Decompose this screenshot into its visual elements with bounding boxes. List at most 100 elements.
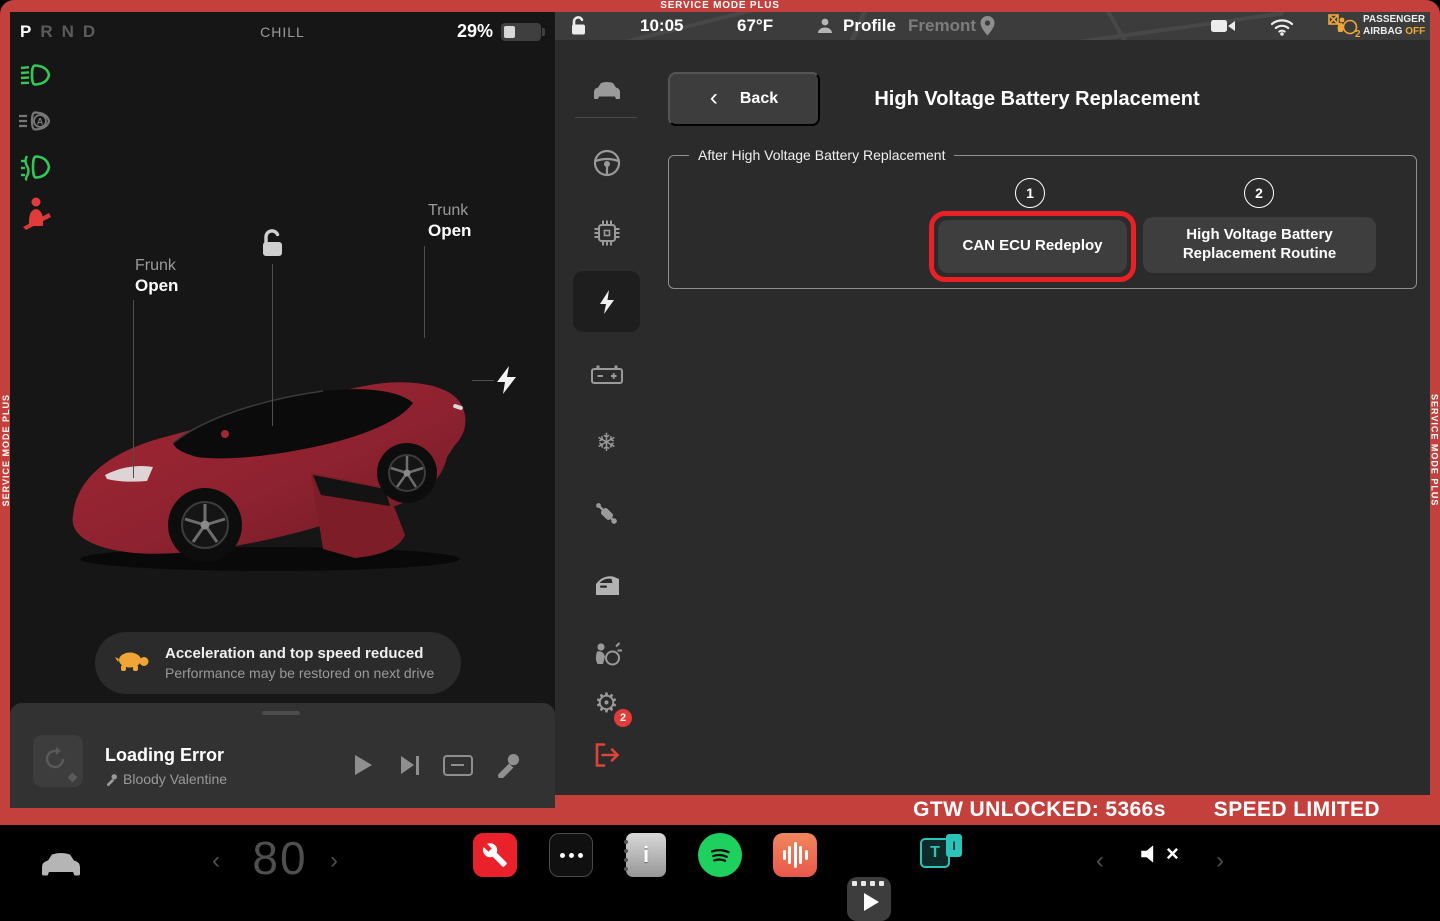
instrument-cluster-panel: PRND CHILL 29% A [10,12,555,808]
sidebar-item-high-voltage-selected[interactable] [573,271,640,332]
alerts-badge: 2 [614,709,632,727]
low-beam-icon [18,62,52,92]
temp-increase-chevron[interactable]: › [330,847,338,875]
unlocked-icon[interactable] [258,228,288,265]
media-title: Loading Error [105,745,224,766]
service-app-active[interactable] [473,833,517,877]
main-display-region: 10:05 67°F Profile Fremont [555,12,1430,795]
vehicle-visualization [55,325,485,580]
auto-high-beam-icon: A [16,108,50,138]
trunk-leader-line [424,246,425,338]
keyboard-button[interactable] [443,752,473,778]
lock-leader-line [272,264,273,426]
map-road [986,12,1284,40]
volume-up-chevron[interactable]: › [1216,847,1224,875]
chevron-left-icon: ‹ [710,86,718,110]
film-strip-icon [852,881,857,886]
media-artist: Bloody Valentine [105,771,227,787]
sidebar-item-hvac[interactable]: ❄ [573,423,640,463]
performance-notification[interactable]: Acceleration and top speed reduced Perfo… [95,632,461,694]
frunk-status-label[interactable]: FrunkOpen [135,256,178,296]
sidebar-item-alerts[interactable]: ⚙ 2 [573,683,640,723]
snowflake-icon: ❄ [596,431,617,456]
play-button[interactable] [348,752,378,778]
service-mode-frame: SERVICE MODE PLUS SERVICE MODE PLUS SERV… [0,0,1440,825]
tezlab-app[interactable]: T I [920,834,966,868]
notification-subtitle: Performance may be restored on next driv… [165,665,434,681]
sidebar-item-exit-service[interactable] [573,735,640,775]
step-2-number: 2 [1244,178,1274,208]
charge-port-line [472,380,494,381]
spotify-app[interactable] [698,833,742,877]
car-icon [38,848,84,878]
map-city-label: Fremont [908,12,976,40]
outside-temperature: 67°F [737,12,773,40]
volume-muted-button[interactable]: × [1138,841,1179,867]
media-player[interactable]: Loading Error Bloody Valentine [10,703,555,808]
can-ecu-redeploy-button[interactable]: CAN ECU Redeploy [938,220,1127,273]
mute-x-icon: × [1166,843,1179,865]
volume-down-chevron[interactable]: ‹ [1096,847,1104,875]
sidebar-item-ecu[interactable] [573,213,640,253]
clock: 10:05 [640,12,683,40]
profile-menu[interactable]: Profile [843,12,896,40]
wrench-icon [482,842,508,868]
album-badge [68,773,78,783]
trunk-status-label[interactable]: TrunkOpen [428,201,471,241]
spotify-icon [705,840,735,870]
sidebar-item-steering[interactable] [573,143,640,183]
exit-icon [592,741,622,769]
fog-light-icon [18,152,52,182]
back-button[interactable]: ‹ Back [668,72,820,126]
temp-decrease-chevron[interactable]: ‹ [212,847,220,875]
karaoke-mic-button[interactable] [493,752,523,778]
sidebar-item-airbag[interactable] [573,634,640,674]
skip-next-button[interactable] [395,752,425,778]
sidebar-item-lv-battery[interactable] [573,354,640,394]
tezlab-i-icon: I [946,834,962,857]
gtw-unlocked-label: GTW UNLOCKED: 5366s [913,798,1166,822]
ellipsis-icon [560,853,565,858]
wifi-icon[interactable] [1269,12,1295,40]
album-art-placeholder[interactable] [33,735,83,787]
group-legend: After High Voltage Battery Replacement [689,147,954,163]
play-icon [864,893,879,911]
svg-text:2: 2 [1355,29,1360,38]
hv-battery-replacement-routine-button[interactable]: High Voltage Battery Replacement Routine [1143,217,1376,273]
after-replacement-group: After High Voltage Battery Replacement 1… [668,155,1417,289]
sidebar-item-suspension[interactable] [573,494,640,534]
audio-streaming-app[interactable] [773,833,817,877]
lock-status-icon[interactable] [568,12,590,40]
speaker-muted-icon [1138,841,1164,867]
dashcam-icon[interactable] [1210,12,1236,40]
status-bar: 10:05 67°F Profile Fremont [555,12,1430,40]
waveform-icon [783,850,786,860]
battery-percent: 29% [457,21,493,42]
all-apps-button[interactable] [549,833,593,877]
sidebar-divider [575,117,637,118]
highlight-ring: CAN ECU Redeploy [929,211,1136,282]
charge-port-bolt-icon[interactable] [497,366,517,399]
lightning-icon [592,287,622,317]
page-title: High Voltage Battery Replacement [874,88,1199,111]
service-status-bar: GTW UNLOCKED: 5366s SPEED LIMITED [555,795,1430,825]
sidebar-item-vehicle[interactable] [573,70,640,110]
contacts-icon: i [643,842,649,868]
speed-limit-value[interactable]: 80 [240,831,320,885]
rear-wheel [377,443,437,503]
frunk-leader-line [133,300,134,478]
svg-text:A: A [37,117,44,127]
map-pin-icon [980,12,995,40]
passenger-airbag-icon: 2 [1328,12,1360,40]
passenger-airbag-text: PASSENGER AIRBAG OFF [1363,12,1425,40]
speed-limited-label: SPEED LIMITED [1214,798,1380,822]
app-launcher-bar: ‹ 80 › i T I ‹ × › [0,825,1440,900]
service-mode-right-strip: SERVICE MODE PLUS [1429,355,1440,545]
contacts-app[interactable]: i [626,833,666,877]
vehicle-controls-button[interactable] [38,848,84,883]
car-front-icon [591,78,623,102]
theater-app[interactable] [847,877,891,921]
media-drag-handle[interactable] [262,711,300,715]
sidebar-item-doors[interactable] [573,565,640,605]
profile-icon[interactable] [816,12,834,40]
